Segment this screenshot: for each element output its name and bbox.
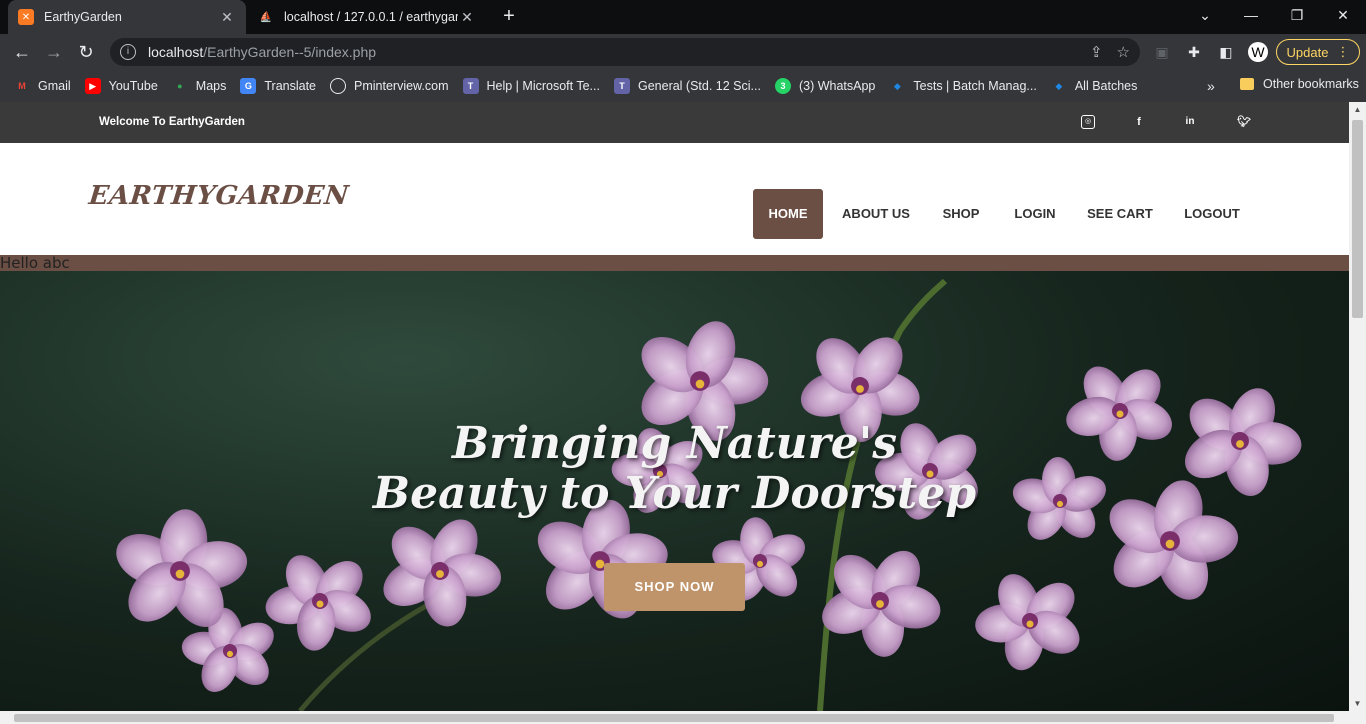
scroll-thumb[interactable]: [14, 714, 1334, 722]
close-icon[interactable]: ✕: [458, 9, 476, 26]
close-icon[interactable]: ✕: [218, 9, 236, 26]
puzzle-icon[interactable]: ✚: [1184, 42, 1204, 62]
orchid-flower: [975, 574, 1080, 671]
batch-icon: ◆: [893, 80, 901, 91]
scroll-up-icon[interactable]: ▲: [1349, 105, 1366, 114]
address-bar[interactable]: i localhost/EarthyGarden--5/index.php ⇪ …: [110, 38, 1140, 66]
tab-earthygarden[interactable]: ✕ EarthyGarden ✕: [8, 0, 246, 34]
batch-icon: ◆: [1055, 80, 1063, 91]
gmail-icon: M: [18, 81, 26, 91]
nav-home[interactable]: HOME: [753, 189, 823, 239]
bookmarks-bar: M Gmail ▶ YouTube ● Maps G Translate Pminter…: [0, 70, 1366, 102]
tab-strip: ✕ EarthyGarden ✕ ⛵ localhost / 127.0.0.1…: [0, 0, 1366, 34]
welcome-text: Welcome To EarthyGarden: [99, 116, 245, 128]
tab-title: localhost / 127.0.0.1 / earthygard: [284, 10, 458, 24]
browser-chrome: ✕ EarthyGarden ✕ ⛵ localhost / 127.0.0.1…: [0, 0, 1366, 102]
bookmark-translate[interactable]: G Translate: [240, 78, 316, 94]
bookmark-all-batches[interactable]: ◆ All Batches: [1051, 78, 1137, 94]
hero-heading-line-2: Beauty to Your Doorstep: [372, 468, 977, 519]
bookmark-teams-general[interactable]: T General (Std. 12 Sci...: [613, 78, 761, 94]
whatsapp-icon: 3: [774, 78, 791, 94]
orchid-flower: [383, 519, 502, 627]
kebab-menu-icon[interactable]: ⋮: [1336, 44, 1349, 60]
back-button[interactable]: ←: [10, 40, 34, 64]
restore-button[interactable]: ❐: [1274, 0, 1320, 30]
instagram-icon[interactable]: ◎: [1081, 115, 1095, 129]
other-bookmarks[interactable]: Other bookmarks: [1240, 77, 1359, 91]
folder-icon: [1240, 78, 1254, 90]
youtube-icon: ▶: [84, 78, 101, 94]
extension-icon[interactable]: ▣: [1152, 42, 1172, 62]
profile-avatar[interactable]: W: [1248, 42, 1268, 62]
orchid-flower: [265, 555, 371, 651]
minimize-button[interactable]: —: [1228, 0, 1274, 30]
side-panel-icon[interactable]: ◧: [1216, 42, 1236, 62]
twitter-icon[interactable]: 🐦︎: [1237, 115, 1251, 129]
update-label: Update: [1286, 44, 1329, 60]
url-path: /EarthyGarden--5/index.php: [203, 44, 377, 60]
greeting-text: Hello abc: [0, 254, 70, 272]
toolbar: ← → ↻ i localhost/EarthyGarden--5/index.…: [0, 34, 1366, 70]
forward-button[interactable]: →: [42, 40, 66, 64]
bookmark-star-icon[interactable]: ☆: [1117, 43, 1130, 61]
globe-icon: [330, 78, 347, 94]
bookmark-whatsapp[interactable]: 3 (3) WhatsApp: [774, 78, 875, 94]
hero-heading: Bringing Nature's Beauty to Your Doorste…: [0, 419, 1349, 519]
linkedin-icon[interactable]: in: [1183, 115, 1197, 129]
brand-strip: [0, 255, 1349, 271]
bookmark-teams-help[interactable]: T Help | Microsoft Te...: [462, 78, 600, 94]
horizontal-scrollbar[interactable]: [0, 711, 1366, 724]
tab-search-icon[interactable]: ⌄: [1182, 0, 1228, 30]
more-bookmarks-icon[interactable]: »: [1207, 78, 1215, 94]
teams-icon: T: [462, 78, 479, 94]
xampp-icon: ✕: [18, 9, 34, 25]
site-logo[interactable]: EARTHYGARDEN: [87, 181, 350, 211]
top-bar: Welcome To EarthyGarden ◎ f in 🐦︎: [0, 102, 1349, 143]
close-window-button[interactable]: ✕: [1320, 0, 1366, 30]
facebook-icon[interactable]: f: [1132, 115, 1146, 129]
nav-about-us[interactable]: ABOUT US: [836, 189, 916, 239]
translate-icon: G: [240, 78, 257, 94]
nav-logout[interactable]: LOGOUT: [1176, 189, 1248, 239]
shop-now-button[interactable]: SHOP NOW: [604, 563, 745, 611]
hero-heading-line-1: Bringing Nature's: [451, 418, 898, 469]
hero-banner: Bringing Nature's Beauty to Your Doorste…: [0, 271, 1349, 711]
update-button[interactable]: Update ⋮: [1276, 39, 1360, 65]
scroll-thumb[interactable]: [1352, 120, 1363, 318]
info-icon[interactable]: i: [120, 44, 136, 60]
page-viewport: Welcome To EarthyGarden ◎ f in 🐦︎ EARTHY…: [0, 102, 1349, 711]
bookmark-tests[interactable]: ◆ Tests | Batch Manag...: [889, 78, 1037, 94]
nav-login[interactable]: LOGIN: [1006, 189, 1064, 239]
tab-phpmyadmin[interactable]: ⛵ localhost / 127.0.0.1 / earthygard ✕: [248, 0, 486, 34]
share-icon[interactable]: ⇪: [1090, 43, 1103, 61]
maps-icon: ●: [177, 81, 183, 91]
tab-title: EarthyGarden: [44, 10, 122, 24]
bookmark-youtube[interactable]: ▶ YouTube: [84, 78, 158, 94]
teams-icon: T: [613, 78, 630, 94]
nav-see-cart[interactable]: SEE CART: [1084, 189, 1156, 239]
nav-shop[interactable]: SHOP: [936, 189, 986, 239]
phpmyadmin-icon: ⛵: [259, 11, 273, 23]
vertical-scrollbar[interactable]: ▲ ▼: [1349, 102, 1366, 711]
bookmark-gmail[interactable]: M Gmail: [14, 78, 70, 94]
bookmark-maps[interactable]: ● Maps: [172, 78, 226, 94]
url-host: localhost: [148, 44, 204, 60]
reload-button[interactable]: ↻: [74, 40, 98, 64]
new-tab-button[interactable]: +: [498, 6, 520, 28]
bookmark-pminterview[interactable]: Pminterview.com: [330, 78, 449, 94]
scroll-down-icon[interactable]: ▼: [1349, 699, 1366, 708]
site-header: EARTHYGARDEN HOME ABOUT US SHOP LOGIN SE…: [0, 143, 1349, 255]
